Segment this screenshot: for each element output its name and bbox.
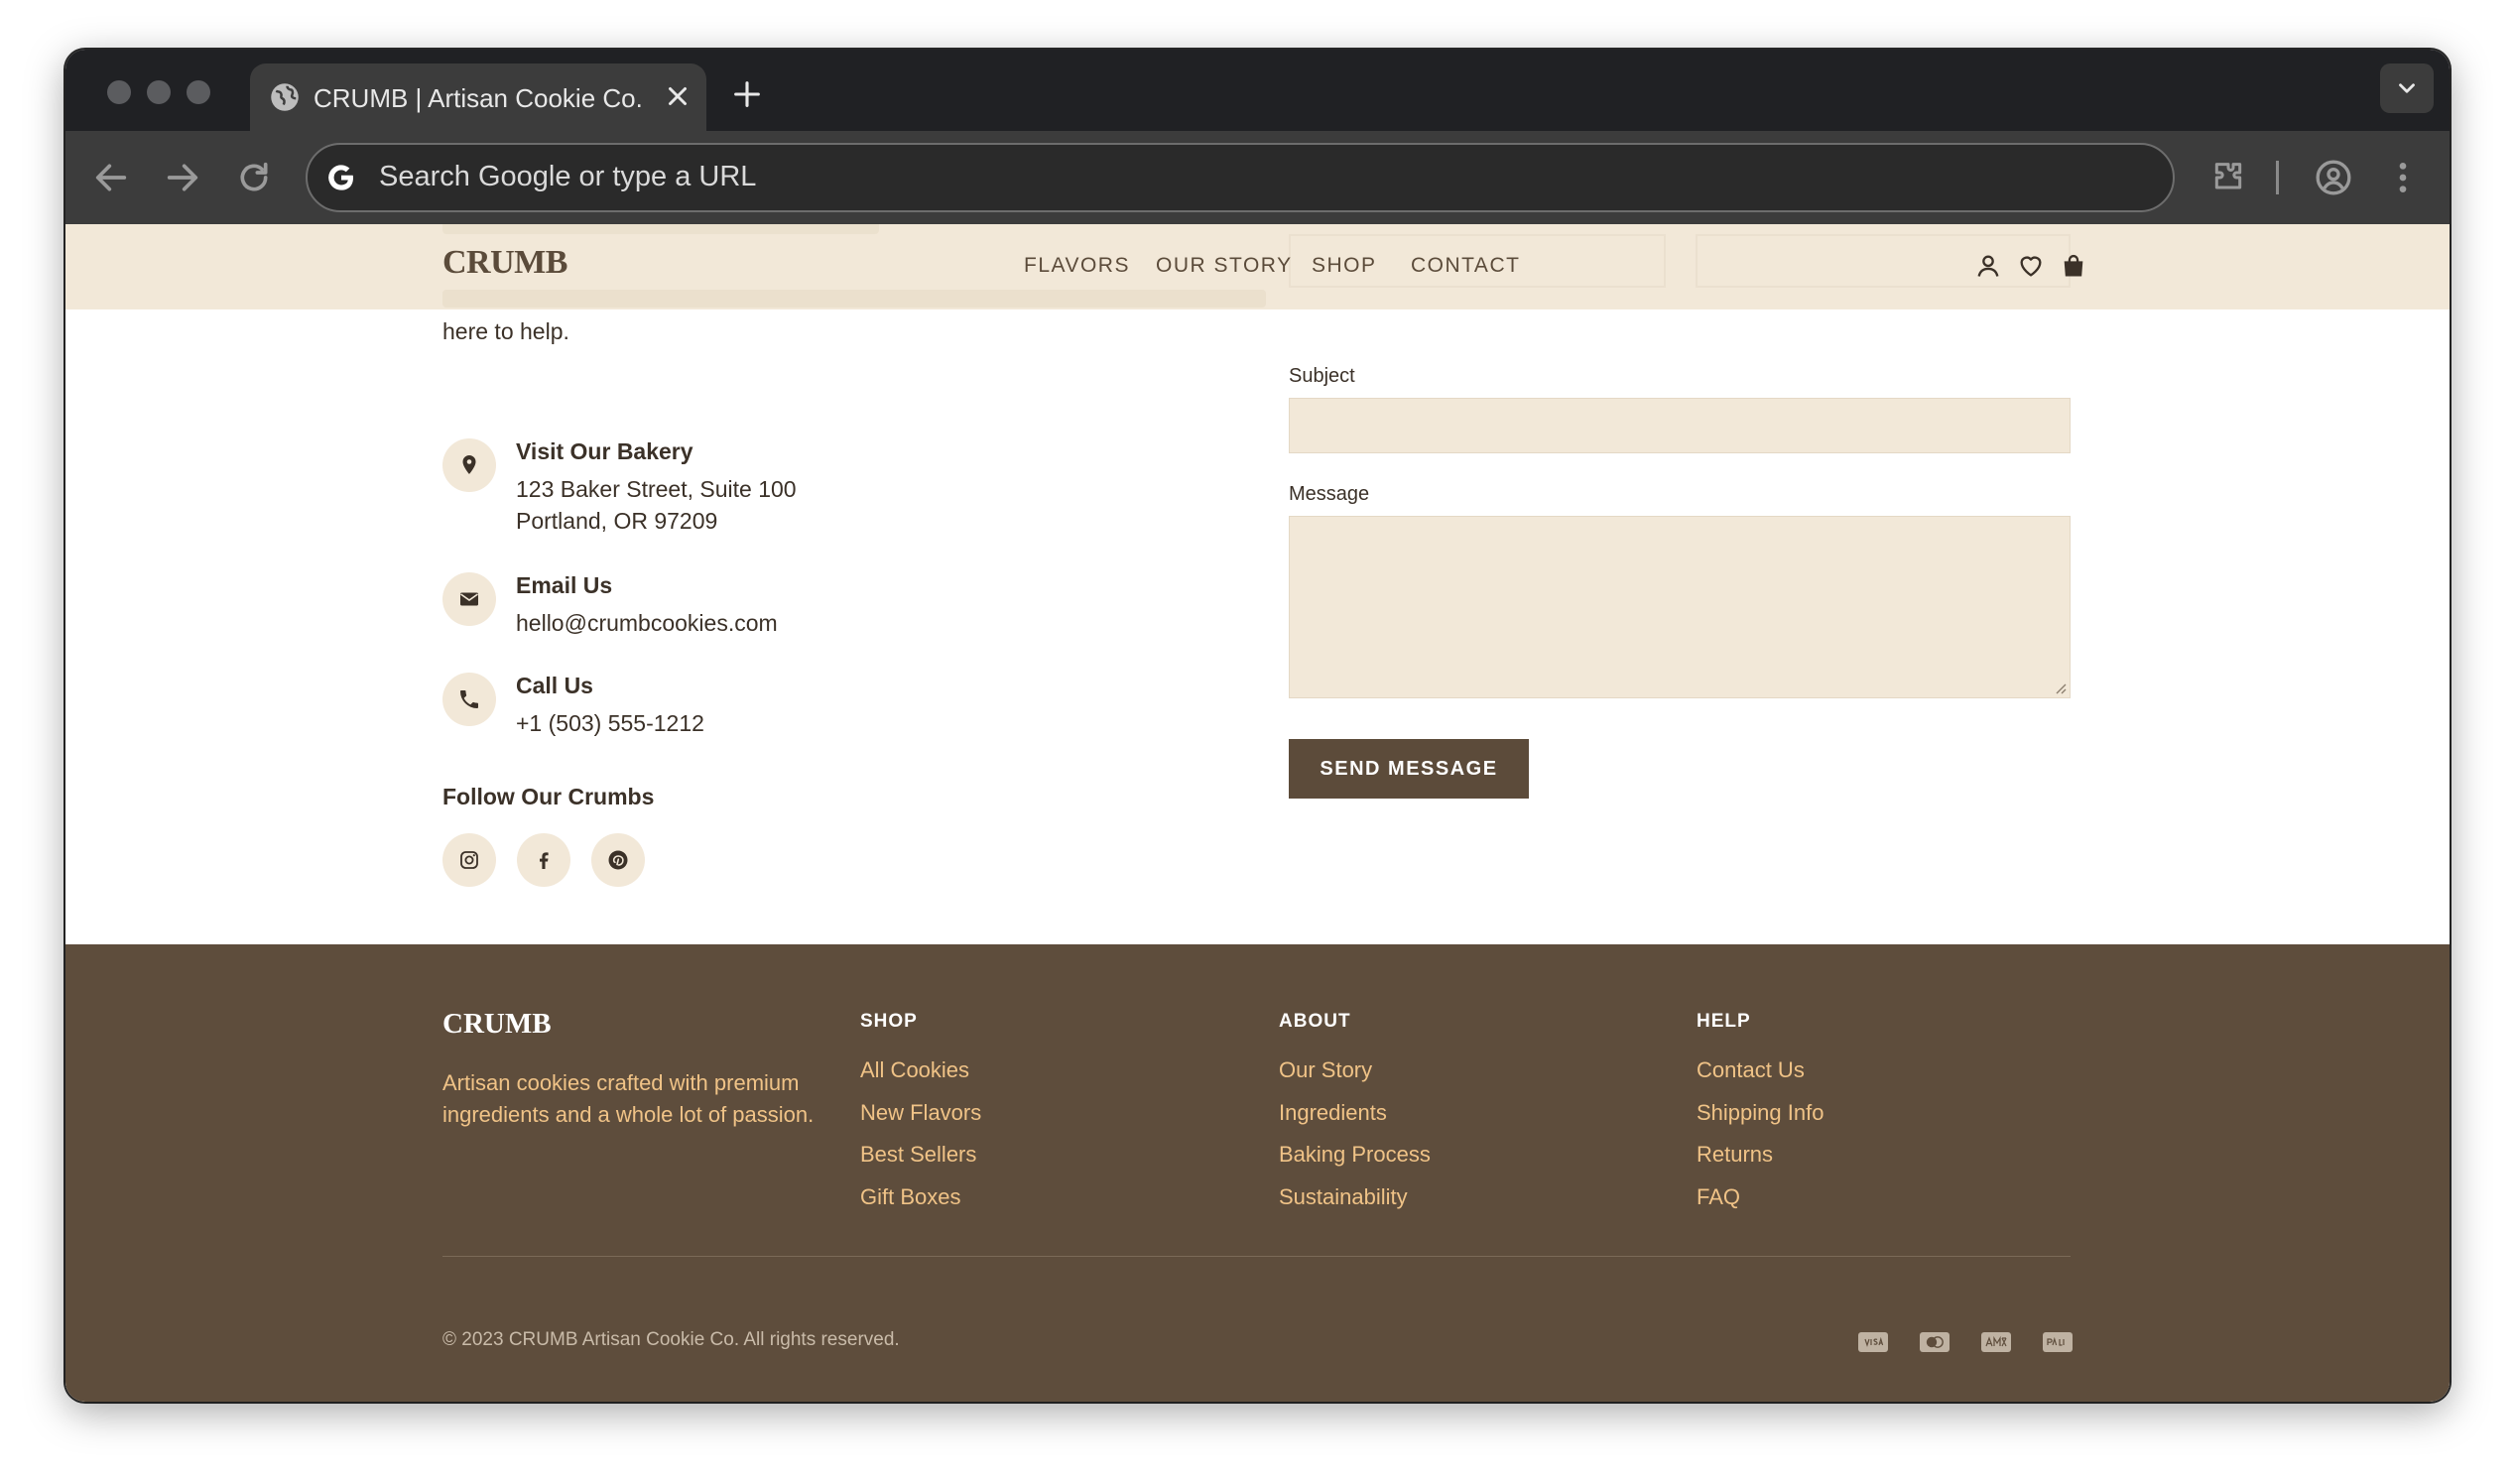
pinterest-icon xyxy=(608,850,628,870)
footer-link[interactable]: Sustainability xyxy=(1279,1184,1408,1210)
footer-divider xyxy=(442,1256,2071,1257)
globe-icon xyxy=(271,83,299,111)
subject-label: Subject xyxy=(1289,365,1355,387)
nav-shop[interactable]: SHOP xyxy=(1312,254,1377,278)
footer-link[interactable]: Baking Process xyxy=(1279,1142,1431,1168)
footer-link[interactable]: All Cookies xyxy=(860,1057,969,1083)
contact-intro-text: here to help. xyxy=(442,318,569,344)
instagram-icon xyxy=(460,851,478,869)
follow-heading: Follow Our Crumbs xyxy=(442,784,655,809)
footer-link[interactable]: Shipping Info xyxy=(1697,1100,1824,1126)
message-label: Message xyxy=(1289,483,1370,505)
contact-icon-badge xyxy=(442,572,496,626)
footer-logo[interactable]: CRUMB xyxy=(442,1008,552,1041)
scrolled-text-ghost xyxy=(442,290,1266,308)
copyright-text: © 2023 CRUMB Artisan Cookie Co. All righ… xyxy=(442,1329,900,1350)
site-header: CRUMB FLAVORS OUR STORY SHOP CONTACT xyxy=(65,224,2450,309)
wishlist-heart-icon[interactable] xyxy=(2017,252,2045,280)
browser-toolbar: Search Google or type a URL xyxy=(65,131,2450,224)
instagram-link[interactable] xyxy=(442,833,496,887)
footer-link[interactable]: Our Story xyxy=(1279,1057,1372,1083)
browser-window: CRUMB | Artisan Cookie Co. Search Google… xyxy=(65,50,2450,1402)
contact-title: Email Us xyxy=(516,572,613,598)
extensions-icon[interactable] xyxy=(2208,158,2248,197)
account-icon[interactable] xyxy=(1974,252,2002,280)
profile-icon[interactable] xyxy=(2314,158,2353,197)
minimize-window-button[interactable] xyxy=(147,80,171,104)
close-tab-icon[interactable] xyxy=(663,81,692,111)
paypal-icon xyxy=(2043,1332,2073,1352)
new-tab-icon[interactable] xyxy=(730,77,764,111)
close-window-button[interactable] xyxy=(107,80,131,104)
contact-icon-badge xyxy=(442,438,496,492)
footer-link[interactable]: Contact Us xyxy=(1697,1057,1805,1083)
google-icon xyxy=(328,165,353,190)
contact-icon-badge xyxy=(442,673,496,726)
amex-icon xyxy=(1981,1332,2011,1352)
scrolled-heading-ghost xyxy=(442,224,879,234)
shopping-bag-icon[interactable] xyxy=(2060,252,2087,280)
address-line-1: 123 Baker Street, Suite 100 xyxy=(516,476,797,502)
tab-search-button[interactable] xyxy=(2380,63,2434,113)
facebook-icon xyxy=(540,852,549,869)
web-page: CRUMB FLAVORS OUR STORY SHOP CONTACT her… xyxy=(65,224,2450,1402)
phone-icon xyxy=(460,690,478,708)
footer-link[interactable]: FAQ xyxy=(1697,1184,1740,1210)
phone-number[interactable]: +1 (503) 555-1212 xyxy=(516,710,704,737)
nav-flavors[interactable]: FLAVORS xyxy=(1024,254,1130,278)
scrolled-input-ghost xyxy=(1696,234,2071,288)
site-footer: CRUMB Artisan cookies crafted with premi… xyxy=(65,944,2450,1402)
contact-title: Visit Our Bakery xyxy=(516,438,693,464)
contact-title: Call Us xyxy=(516,673,593,698)
back-icon[interactable] xyxy=(91,158,131,197)
address-line-2: Portland, OR 97209 xyxy=(516,508,718,534)
map-pin-icon xyxy=(462,455,476,474)
message-textarea[interactable] xyxy=(1289,516,2071,698)
footer-help-title: HELP xyxy=(1697,1011,1751,1032)
envelope-icon xyxy=(460,592,478,606)
forward-icon[interactable] xyxy=(163,158,202,197)
omnibox-placeholder: Search Google or type a URL xyxy=(379,161,757,192)
resize-handle-icon[interactable] xyxy=(2052,680,2068,695)
more-menu-icon[interactable] xyxy=(2383,158,2423,197)
visa-icon xyxy=(1858,1332,1888,1352)
maximize-window-button[interactable] xyxy=(187,80,210,104)
site-logo[interactable]: CRUMB xyxy=(442,244,567,282)
footer-description: Artisan cookies crafted with premium ing… xyxy=(442,1070,815,1127)
address-bar[interactable]: Search Google or type a URL xyxy=(306,143,2175,212)
footer-shop-title: SHOP xyxy=(860,1011,918,1032)
facebook-link[interactable] xyxy=(517,833,570,887)
footer-link[interactable]: Ingredients xyxy=(1279,1100,1387,1126)
nav-contact[interactable]: CONTACT xyxy=(1411,254,1520,278)
tab-bar: CRUMB | Artisan Cookie Co. xyxy=(65,50,2450,131)
toolbar-divider xyxy=(2276,161,2279,194)
subject-input[interactable] xyxy=(1289,398,2071,453)
send-message-button[interactable]: SEND MESSAGE xyxy=(1289,739,1529,799)
footer-link[interactable]: Best Sellers xyxy=(860,1142,976,1168)
footer-link[interactable]: Returns xyxy=(1697,1142,1773,1168)
footer-about-title: ABOUT xyxy=(1279,1011,1351,1032)
nav-our-story[interactable]: OUR STORY xyxy=(1156,254,1293,278)
pinterest-link[interactable] xyxy=(591,833,645,887)
chevron-down-icon xyxy=(2399,83,2415,93)
mastercard-icon xyxy=(1920,1332,1950,1352)
footer-link[interactable]: Gift Boxes xyxy=(860,1184,960,1210)
tab-title: CRUMB | Artisan Cookie Co. xyxy=(314,83,643,113)
reload-icon[interactable] xyxy=(234,158,274,197)
browser-tab[interactable]: CRUMB | Artisan Cookie Co. xyxy=(250,63,706,131)
email-address[interactable]: hello@crumbcookies.com xyxy=(516,610,778,637)
footer-link[interactable]: New Flavors xyxy=(860,1100,981,1126)
